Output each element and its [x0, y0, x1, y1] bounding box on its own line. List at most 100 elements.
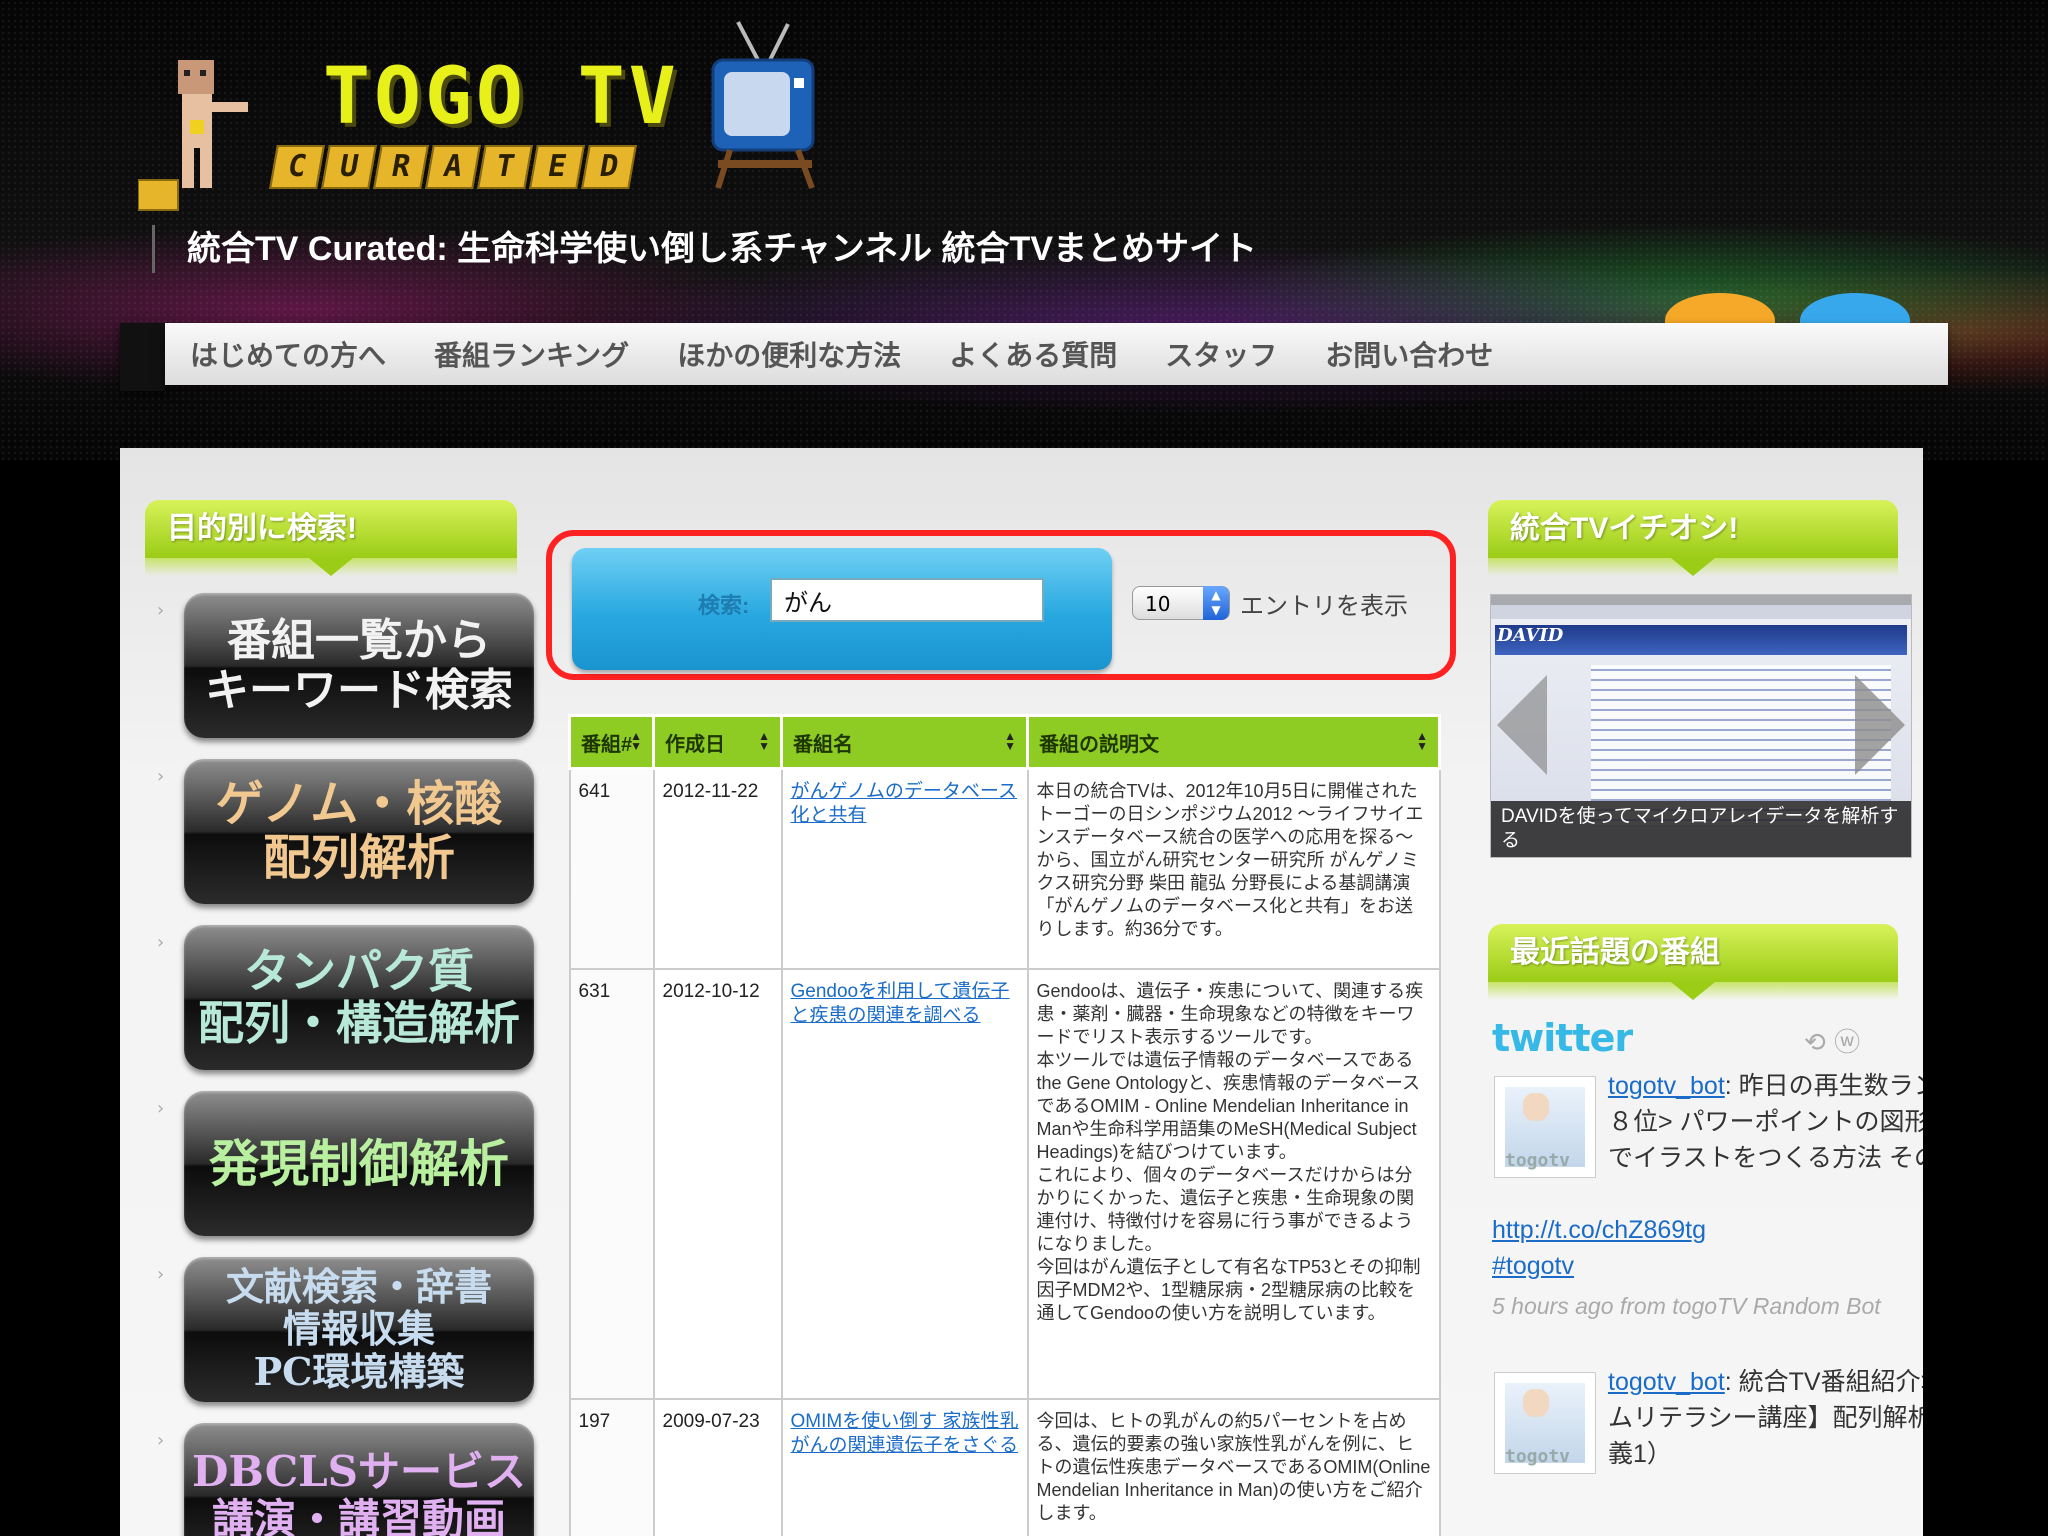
- program-title-link[interactable]: OMIMを使い倒す 家族性乳がんの関連遺伝子をさぐる: [791, 1411, 1019, 1456]
- column-header-label: 番組の説明文: [1039, 733, 1159, 756]
- chevron-right-icon: ›: [157, 1430, 165, 1451]
- refresh-icon[interactable]: ⟲: [1804, 1028, 1826, 1058]
- chevron-right-icon: ›: [157, 1264, 165, 1285]
- slide-prev-icon[interactable]: [1497, 675, 1547, 775]
- nav-item-ranking[interactable]: 番組ランキング: [434, 334, 629, 374]
- featured-caption[interactable]: DAVIDを使ってマイクロアレイデータを解析する: [1491, 801, 1911, 857]
- cell-title: がんゲノムのデータベース化と共有: [780, 767, 1029, 970]
- sort-icon: ▲ ▼: [1004, 729, 1016, 753]
- cell-date: 2012-10-12: [652, 967, 783, 1400]
- tweet-user-link[interactable]: togotv_bot: [1608, 1368, 1725, 1396]
- curated-letter: U: [321, 145, 377, 189]
- entries-select-value: 10: [1145, 592, 1171, 616]
- category-line: 配列・構造解析: [198, 995, 520, 1050]
- nav-left-tab: [120, 323, 165, 391]
- column-header-description[interactable]: 番組の説明文 ▲ ▼: [1026, 714, 1441, 770]
- avatar[interactable]: togotv: [1494, 1076, 1596, 1178]
- david-logo: DAVID: [1497, 625, 1564, 646]
- sort-icon: ▲ ▼: [1416, 729, 1428, 753]
- avatar-label: togotv: [1505, 1446, 1571, 1467]
- search-label: 検索:: [698, 593, 750, 618]
- category-genome-sequence[interactable]: ゲノム・核酸 配列解析: [184, 759, 534, 904]
- column-header-label: 番組名: [793, 733, 853, 756]
- twitter-logo[interactable]: twitter: [1492, 1016, 1633, 1060]
- category-line: PC環境構築: [253, 1348, 465, 1394]
- search-input[interactable]: [770, 578, 1044, 622]
- tweet-links: http://t.co/chZ869tg #togotv: [1492, 1212, 1917, 1284]
- category-line: 番組一覧から: [227, 615, 491, 667]
- featured-program-slide[interactable]: DAVID DAVIDを使ってマイクロアレイデータを解析する: [1490, 594, 1912, 858]
- curated-letter: D: [581, 145, 637, 189]
- nav-item-beginners[interactable]: はじめての方へ: [190, 334, 386, 374]
- cell-description: 本日の統合TVは、2012年10月5日に開催されたトーゴーの日シンポジウム201…: [1026, 767, 1441, 970]
- twitter-badge-icon[interactable]: ⓦ: [1834, 1028, 1860, 1058]
- category-protein-structure[interactable]: タンパク質 配列・構造解析: [184, 925, 534, 1070]
- category-line: タンパク質: [244, 943, 474, 998]
- curated-letter: C: [269, 145, 325, 189]
- entries-per-page-select[interactable]: 10 ▲ ▼: [1132, 586, 1230, 620]
- tv-mascot-icon: [711, 21, 815, 190]
- logo-title: TOGO TV: [323, 52, 680, 142]
- nav-item-contact[interactable]: お問い合わせ: [1325, 334, 1493, 374]
- cell-date: 2012-11-22: [652, 767, 783, 970]
- topics-heading: 最近話題の番組: [1488, 924, 1898, 1000]
- pick-heading: 統合TVイチオシ!: [1488, 500, 1898, 576]
- table-row: 197 2009-07-23 OMIMを使い倒す 家族性乳がんの関連遺伝子をさぐ…: [568, 1397, 1441, 1536]
- mascot-icon: [138, 60, 248, 211]
- avatar[interactable]: togotv: [1494, 1372, 1596, 1474]
- category-dbcls-services[interactable]: DBCLSサービス 講演・講習動画: [184, 1423, 534, 1536]
- chevron-right-icon: ›: [157, 766, 165, 787]
- category-literature-search[interactable]: 文献検索・辞書 情報収集 PC環境構築: [184, 1257, 534, 1402]
- cell-program-id: 631: [568, 967, 655, 1400]
- nav-item-other-methods[interactable]: ほかの便利な方法: [677, 334, 901, 374]
- tweet-body: togotv_bot: 統合TV番組紹介> 【ゲノムリテラシー講座】配列解析基礎…: [1608, 1364, 1923, 1472]
- chevron-right-icon: ›: [157, 932, 165, 953]
- curated-letter: E: [529, 145, 585, 189]
- chevron-right-icon: ›: [157, 600, 165, 621]
- curated-letter: T: [477, 145, 533, 189]
- nav-item-faq[interactable]: よくある質問: [949, 334, 1117, 374]
- category-expression-regulation[interactable]: 発現制御解析: [184, 1091, 534, 1236]
- tweet-hashtag-link[interactable]: #togotv: [1492, 1252, 1574, 1280]
- entries-label: エントリを表示: [1240, 593, 1408, 620]
- left-sidebar-heading: 目的別に検索!: [145, 500, 517, 576]
- category-line: 文献検索・辞書: [225, 1263, 492, 1309]
- column-header-label: 作成日: [665, 733, 725, 756]
- cell-description: 今回は、ヒトの乳がんの約5パーセントを占める、遺伝的要素の強い家族性乳がんを例に…: [1026, 1397, 1441, 1536]
- cell-program-id: 641: [568, 767, 655, 970]
- results-table: 番組# ▲ ▼ 作成日 ▲ ▼ 番組名 ▲ ▼ 番組の説明文 ▲ ▼ 641 2012-11-2…: [568, 714, 1441, 1536]
- sort-icon: ▲ ▼: [758, 729, 770, 753]
- curated-letter: A: [425, 145, 481, 189]
- sort-icon: ▲ ▼: [630, 729, 642, 753]
- column-header-title[interactable]: 番組名 ▲ ▼: [780, 714, 1029, 770]
- tweet-url-link[interactable]: http://t.co/chZ869tg: [1492, 1216, 1706, 1244]
- select-stepper-icon: ▲ ▼: [1203, 586, 1229, 620]
- category-line: 発現制御解析: [209, 1133, 509, 1193]
- table-row: 641 2012-11-22 がんゲノムのデータベース化と共有 本日の統合TVは…: [568, 767, 1441, 970]
- category-line: 講演・講習動画: [211, 1494, 506, 1536]
- cell-description: Gendooは、遺伝子・疾患について、関連する疾患・薬剤・臓器・生命現象などの特…: [1026, 967, 1441, 1400]
- site-subtitle: 統合TV Curated: 生命科学使い倒し系チャンネル 統合TVまとめサイト: [152, 225, 1257, 273]
- category-line: キーワード検索: [205, 664, 513, 716]
- slide-next-icon[interactable]: [1855, 675, 1905, 775]
- program-title-link[interactable]: がんゲノムのデータベース化と共有: [791, 781, 1017, 826]
- nav-item-staff[interactable]: スタッフ: [1165, 334, 1277, 374]
- table-header-row: 番組# ▲ ▼ 作成日 ▲ ▼ 番組名 ▲ ▼ 番組の説明文 ▲ ▼: [568, 714, 1441, 770]
- pick-heading-text: 統合TVイチオシ!: [1510, 512, 1739, 545]
- category-line: 情報収集: [282, 1306, 435, 1352]
- cell-program-id: 197: [568, 1397, 655, 1536]
- left-sidebar-heading-text: 目的別に検索!: [167, 512, 357, 545]
- category-line: 配列解析: [262, 829, 455, 886]
- column-header-id[interactable]: 番組# ▲ ▼: [568, 714, 655, 770]
- togo-tv-logo[interactable]: TOGO TV C U R A T E D: [118, 20, 838, 215]
- topics-heading-text: 最近話題の番組: [1510, 936, 1720, 969]
- tweet-user-link[interactable]: togotv_bot: [1608, 1072, 1725, 1100]
- logo-curated-strip: C U R A T E D: [269, 145, 637, 189]
- program-title-link[interactable]: Gendooを利用して遺伝子と疾患の関連を調べる: [791, 981, 1010, 1026]
- table-row: 631 2012-10-12 Gendooを利用して遺伝子と疾患の関連を調べる …: [568, 967, 1441, 1400]
- cell-title: OMIMを使い倒す 家族性乳がんの関連遺伝子をさぐる: [780, 1397, 1029, 1536]
- category-line: ゲノム・核酸: [215, 775, 503, 832]
- category-line: DBCLSサービス: [192, 1447, 526, 1497]
- column-header-date[interactable]: 作成日 ▲ ▼: [652, 714, 783, 770]
- category-keyword-search[interactable]: 番組一覧から キーワード検索: [184, 593, 534, 738]
